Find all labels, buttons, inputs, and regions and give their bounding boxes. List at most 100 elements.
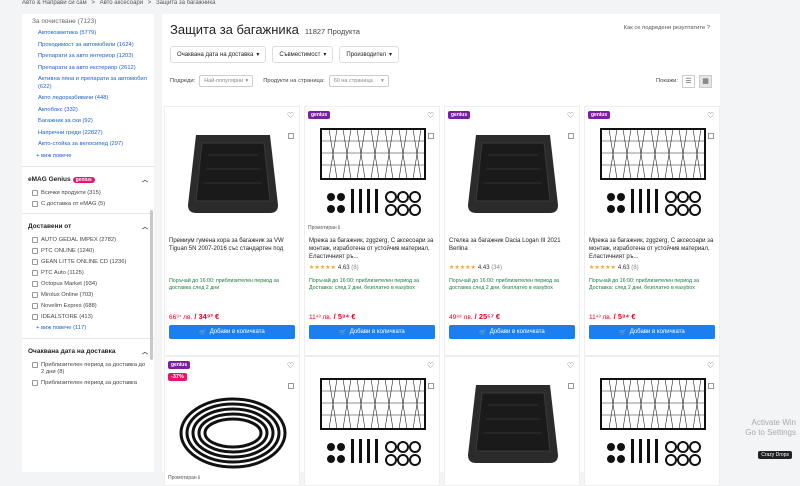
filter-checkbox[interactable]: Всички продукти (315) xyxy=(28,188,148,199)
delivery-date-filter-button[interactable]: Очаквана дата на доставка ▾ xyxy=(170,46,267,63)
chevron-up-icon[interactable]: ︿ xyxy=(142,175,148,184)
filter-checkbox[interactable]: Приблизителен период за доставка xyxy=(28,378,148,389)
genius-tag: genius xyxy=(308,111,331,119)
heart-icon[interactable]: ♡ xyxy=(567,361,574,370)
checkbox-icon[interactable] xyxy=(32,259,38,265)
filter-checkbox[interactable]: IDEALSTORE (413) xyxy=(28,312,148,323)
category-link[interactable]: Авто-стойка за велосипед (297) xyxy=(28,139,148,151)
product-card[interactable]: ♡ xyxy=(444,356,580,486)
product-title[interactable]: Мрежа за багажник, zggzerg, С аксесоари … xyxy=(309,237,437,261)
sort-select[interactable]: Най-популярни ▾ xyxy=(199,75,254,87)
checkbox-icon[interactable] xyxy=(32,281,38,287)
compatibility-filter-button[interactable]: Съвместимост ▾ xyxy=(272,46,334,63)
product-image[interactable] xyxy=(313,121,433,225)
category-link[interactable]: Препарати за авто интериор (1203) xyxy=(28,51,148,63)
product-title[interactable]: Мрежа за багажник, zggzerg, С аксесоари … xyxy=(589,237,717,261)
sellers-filter-header[interactable]: Доставени от ︿ xyxy=(28,217,148,235)
heart-icon[interactable]: ♡ xyxy=(707,361,714,370)
add-to-cart-label: Добави в количката xyxy=(629,329,685,335)
add-to-cart-button[interactable]: 🛒 Добави в количката xyxy=(169,325,295,339)
product-image[interactable] xyxy=(173,121,293,225)
filter-checkbox[interactable]: Novelim Expres (688) xyxy=(28,301,148,312)
manufacturer-filter-button[interactable]: Производител ▾ xyxy=(339,46,399,63)
per-page-select[interactable]: 60 на страница ▾ xyxy=(328,75,389,87)
add-to-cart-button[interactable]: 🛒 Добави в количката xyxy=(309,325,435,339)
filter-label: IDEALSTORE (413) xyxy=(41,313,93,320)
product-title[interactable]: Премиум гумена кора за багажник за VW Ti… xyxy=(169,237,297,261)
add-to-cart-button[interactable]: 🛒 Добави в количката xyxy=(589,325,715,339)
list-view-icon[interactable]: ☰ xyxy=(682,74,695,88)
checkbox-icon[interactable] xyxy=(32,237,38,243)
filter-checkbox[interactable]: Octopus Market (934) xyxy=(28,279,148,290)
product-card[interactable]: ♡ xyxy=(304,356,440,486)
add-to-cart-button[interactable]: 🛒 Добави в количката xyxy=(449,325,575,339)
product-card[interactable]: genius ♡ Стелка за багажник Dacia Logan II… xyxy=(444,106,580,356)
product-title[interactable]: Стелка за багажник Dacia Logan III 2021 … xyxy=(449,237,577,261)
filter-checkbox[interactable]: Mirolux Online (703) xyxy=(28,290,148,301)
per-page-value: 60 на страница xyxy=(333,78,373,84)
review-count[interactable]: (8) xyxy=(351,265,358,271)
sidebar-scrollbar[interactable] xyxy=(150,210,153,360)
product-card[interactable]: ♡ xyxy=(584,356,720,486)
filter-checkbox[interactable]: PTC Auto (1125) xyxy=(28,268,148,279)
product-image[interactable] xyxy=(453,371,573,475)
breadcrumb-item[interactable]: Авто & Направи си сам xyxy=(22,0,87,6)
checkbox-icon[interactable] xyxy=(32,362,38,368)
filter-checkbox[interactable]: С доставка от eMAG (5) xyxy=(28,199,148,210)
category-link[interactable]: Напречни греди (22827) xyxy=(28,128,148,140)
checkbox-icon[interactable] xyxy=(32,314,38,320)
review-count[interactable]: (34) xyxy=(491,265,502,271)
product-image[interactable] xyxy=(593,371,713,475)
product-image[interactable] xyxy=(313,371,433,475)
genius-tag: genius xyxy=(588,111,611,119)
filter-checkbox[interactable]: PTC ONLINE (1240) xyxy=(28,246,148,257)
add-to-cart-label: Добави в количката xyxy=(489,329,545,335)
checkbox-icon[interactable] xyxy=(32,201,38,207)
promoted-label: Промотиран ℹ xyxy=(308,225,340,231)
heart-icon[interactable]: ♡ xyxy=(427,111,434,120)
product-card[interactable]: genius ♡ Промотиран ℹ Мрежа за багажник, zg… xyxy=(304,106,440,356)
checkbox-icon[interactable] xyxy=(32,248,38,254)
category-link[interactable]: Авто ледоразбивачи (448) xyxy=(28,93,148,105)
category-header[interactable]: За почистване (7123) xyxy=(28,14,148,28)
checkbox-icon[interactable] xyxy=(32,380,38,386)
checkbox-icon[interactable] xyxy=(32,190,38,196)
category-link[interactable]: Проходимост за автомобили (1624) xyxy=(28,40,148,52)
more-categories-link[interactable]: + виж повече xyxy=(28,151,148,163)
heart-icon[interactable]: ♡ xyxy=(427,361,434,370)
checkbox-icon[interactable] xyxy=(32,292,38,298)
category-link[interactable]: Багажник за ски (92) xyxy=(28,116,148,128)
product-card[interactable]: genius -37% ♡ Промотиран ℹ xyxy=(164,356,300,486)
category-link[interactable]: Автобокс (332) xyxy=(28,105,148,117)
chevron-up-icon[interactable]: ︿ xyxy=(142,347,148,356)
breadcrumb-separator: > xyxy=(147,0,152,6)
category-link[interactable]: Автокозметика (5779) xyxy=(28,28,148,40)
category-link[interactable]: Активна пяна и препарати за автомобил (6… xyxy=(28,74,148,93)
heart-icon[interactable]: ♡ xyxy=(567,111,574,120)
filter-checkbox[interactable]: AUTO GEDAL IMPEX (2782) xyxy=(28,235,148,246)
checkbox-icon[interactable] xyxy=(32,270,38,276)
heart-icon[interactable]: ♡ xyxy=(707,111,714,120)
heart-icon[interactable]: ♡ xyxy=(287,111,294,120)
filter-checkbox[interactable]: Приблизителен период за доставка до 2 дн… xyxy=(28,360,148,378)
breadcrumb: Авто & Направи си сам > Авто аксесоари >… xyxy=(22,0,218,8)
grid-view-icon[interactable]: ▦ xyxy=(699,74,712,88)
product-card[interactable]: ♡ Премиум гумена кора за багажник за VW T… xyxy=(164,106,300,356)
product-card[interactable]: genius ♡ Мрежа за багажник, zggzerg, С акс… xyxy=(584,106,720,356)
delivery-filter-header[interactable]: Очаквана дата на доставка ︿ xyxy=(28,342,148,360)
caret-down-icon: ▾ xyxy=(245,78,249,84)
sort-info-link[interactable]: Как се подредени резултатите ? xyxy=(624,25,710,31)
product-image[interactable] xyxy=(593,121,713,225)
more-sellers-link[interactable]: + виж повече (117) xyxy=(28,323,148,335)
chevron-up-icon[interactable]: ︿ xyxy=(142,222,148,231)
breadcrumb-item[interactable]: Авто аксесоари xyxy=(100,0,144,6)
filter-checkbox[interactable]: GEAN LITTE ONLINE CD (1236) xyxy=(28,257,148,268)
review-count[interactable]: (8) xyxy=(631,265,638,271)
checkbox-icon[interactable] xyxy=(32,303,38,309)
product-image[interactable] xyxy=(453,121,573,225)
heart-icon[interactable]: ♡ xyxy=(287,361,294,370)
category-link[interactable]: Препарати за авто екстериор (2612) xyxy=(28,63,148,75)
product-image[interactable] xyxy=(173,371,293,475)
genius-filter-header[interactable]: eMAG Genius genius ︿ xyxy=(28,170,148,188)
product-price: 49⁸⁸ лв. / 25⁵⁷ € xyxy=(449,312,501,321)
